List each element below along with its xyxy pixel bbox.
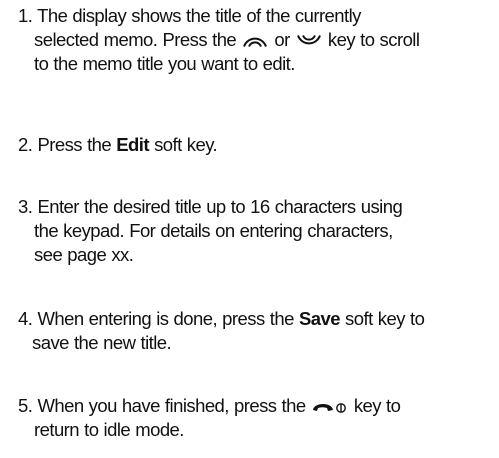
step-text: When entering is done, press the <box>37 308 294 329</box>
step-3: 3. Enter the desired title up to 16 char… <box>18 195 493 267</box>
step-text: key to <box>353 395 401 416</box>
step-3-line-3: see page xx. <box>18 243 493 267</box>
step-text: soft key. <box>154 134 218 155</box>
step-number: 2. <box>18 134 33 155</box>
step-text: Press the <box>37 134 112 155</box>
step-text: The display shows the title of the curre… <box>37 5 361 26</box>
step-text: selected memo. Press the <box>34 29 237 50</box>
step-5-line-2: return to idle mode. <box>18 418 493 442</box>
scroll-down-key-icon <box>296 34 322 48</box>
step-4-line-2: save the new title. <box>18 331 493 355</box>
step-text: the keypad. For details on entering char… <box>34 220 393 241</box>
step-1: 1. The display shows the title of the cu… <box>18 4 493 76</box>
step-text: return to idle mode. <box>34 419 184 440</box>
step-5: 5. When you have finished, press the key… <box>18 394 493 442</box>
step-2-line-1: 2. Press the Edit soft key. <box>18 133 493 157</box>
step-3-line-1: 3. Enter the desired title up to 16 char… <box>18 195 493 219</box>
step-text: When you have finished, press the <box>37 395 306 416</box>
step-1-line-3: to the memo title you want to edit. <box>18 52 493 76</box>
step-text: to the memo title you want to edit. <box>34 53 295 74</box>
soft-key-label: Edit <box>116 134 149 155</box>
step-4-line-1: 4. When entering is done, press the Save… <box>18 307 493 331</box>
step-text: soft key to <box>345 308 425 329</box>
scroll-up-key-icon <box>242 34 268 48</box>
step-text: or <box>274 29 290 50</box>
step-text: Enter the desired title up to 16 charact… <box>37 196 403 217</box>
step-text: key to scroll <box>327 29 420 50</box>
step-number: 3. <box>18 196 33 217</box>
step-number: 1. <box>18 5 33 26</box>
soft-key-label: Save <box>298 308 341 329</box>
end-power-key-icon <box>312 399 348 415</box>
step-text: see page xx. <box>34 244 134 265</box>
step-1-line-2: selected memo. Press the or key to scrol… <box>18 28 493 52</box>
step-5-line-1: 5. When you have finished, press the key… <box>18 394 493 418</box>
step-4: 4. When entering is done, press the Save… <box>18 307 493 355</box>
step-number: 5. <box>18 395 33 416</box>
step-text: save the new title. <box>32 332 172 353</box>
step-number: 4. <box>18 308 33 329</box>
step-3-line-2: the keypad. For details on entering char… <box>18 219 493 243</box>
step-2: 2. Press the Edit soft key. <box>18 133 493 157</box>
step-1-line-1: 1. The display shows the title of the cu… <box>18 4 493 28</box>
